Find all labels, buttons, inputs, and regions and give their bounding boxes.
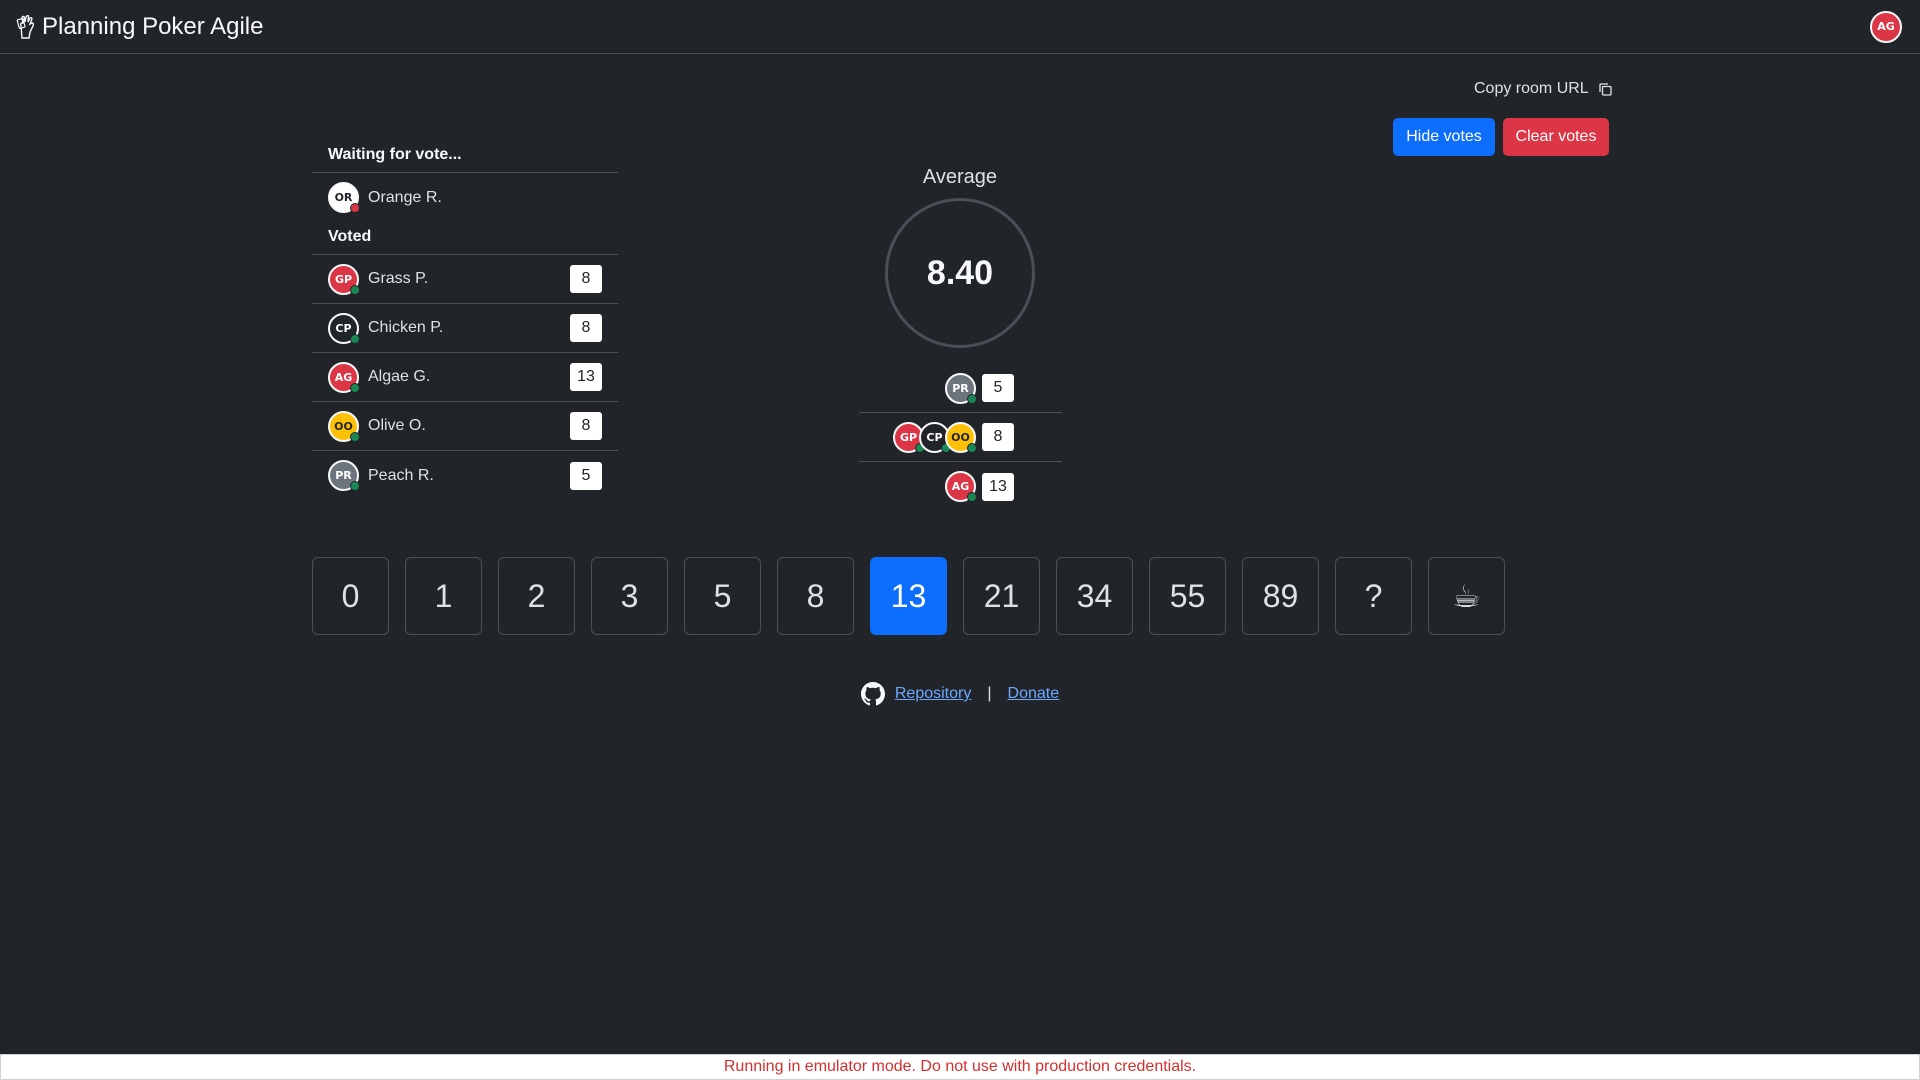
vote-groups: PR 5 GP CP OO 8 AG 13	[859, 364, 1062, 511]
group-avatar: OO	[945, 421, 977, 453]
brand[interactable]: Planning Poker Agile	[16, 13, 263, 41]
clear-votes-button[interactable]: Clear votes	[1503, 118, 1609, 156]
card-34[interactable]: 34	[1056, 557, 1133, 635]
group-vote-badge: 13	[982, 472, 1014, 501]
player-name: Olive O.	[368, 417, 426, 434]
card-deck: 0 1 2 3 5 8 13 21 34 55 89 ? ☕	[312, 557, 1505, 635]
player-avatar: PR	[328, 460, 360, 491]
voted-player-row: AG Algae G. 13	[312, 353, 618, 402]
copy-icon	[1599, 82, 1612, 96]
voted-player-row: GP Grass P. 8	[312, 255, 618, 304]
voted-player-row: OO Olive O. 8	[312, 402, 618, 451]
voted-player-row: PR Peach R. 5	[312, 451, 618, 500]
status-online-dot	[967, 492, 977, 502]
vote-group: PR 5	[859, 364, 1062, 413]
card-21[interactable]: 21	[963, 557, 1040, 635]
average-label: Average	[922, 166, 998, 188]
player-avatar: OO	[328, 410, 360, 442]
donate-link[interactable]: Donate	[1008, 685, 1060, 703]
hand-card-icon	[16, 14, 35, 39]
avatar-initials: AG	[334, 370, 353, 384]
card-8[interactable]: 8	[777, 557, 854, 635]
waiting-heading: Waiting for vote...	[312, 140, 618, 173]
avatar-initials: PR	[335, 469, 352, 482]
card-question[interactable]: ?	[1335, 557, 1412, 635]
card-3[interactable]: 3	[591, 557, 668, 635]
player-avatar: CP	[328, 312, 360, 344]
avatar-initials: GP	[899, 430, 918, 444]
status-online-dot	[967, 393, 977, 404]
copy-room-url-label: Copy room URL	[1474, 80, 1589, 97]
avatar-initials: OO	[334, 419, 353, 433]
voted-heading: Voted	[312, 222, 618, 255]
app-title: Planning Poker Agile	[42, 12, 264, 40]
card-55[interactable]: 55	[1149, 557, 1226, 635]
vote-badge: 13	[570, 363, 602, 391]
group-avatar: AG	[945, 471, 977, 502]
voted-player-row: CP Chicken P. 8	[312, 304, 618, 353]
vote-group: GP CP OO 8	[859, 413, 1062, 462]
navbar: Planning Poker Agile AG	[0, 0, 1920, 54]
average-circle: 8.40	[885, 198, 1035, 348]
vote-badge: 8	[570, 314, 602, 342]
card-89[interactable]: 89	[1242, 557, 1319, 635]
status-online-dot	[350, 481, 360, 491]
avatar-initials: CP	[335, 321, 352, 335]
vote-badge: 8	[570, 412, 602, 440]
group-avatar: PR	[945, 372, 977, 404]
group-avatars: GP CP OO	[893, 421, 977, 453]
avatar-initials: GP	[334, 272, 353, 286]
player-name: Grass P.	[368, 270, 429, 287]
vote-group: AG 13	[859, 462, 1062, 511]
github-icon	[860, 682, 885, 706]
avatar-initials: PR	[952, 381, 969, 395]
status-online-dot	[350, 431, 360, 442]
status-online-dot	[350, 382, 360, 393]
card-0[interactable]: 0	[312, 557, 389, 635]
voters-panel: Waiting for vote... OR Orange R. Voted G…	[312, 140, 618, 500]
card-coffee[interactable]: ☕	[1428, 557, 1505, 635]
avatar-initials: OO	[951, 430, 970, 444]
emulator-warning-banner: Running in emulator mode. Do not use wit…	[0, 1054, 1920, 1080]
card-2[interactable]: 2	[498, 557, 575, 635]
player-name: Orange R.	[368, 188, 442, 206]
player-name: Peach R.	[368, 466, 434, 484]
status-online-dot	[350, 284, 360, 295]
group-avatars: PR	[945, 372, 977, 404]
average-value: 8.40	[926, 253, 994, 292]
avatar-initials: OR	[334, 191, 353, 204]
group-vote-badge: 8	[982, 423, 1014, 451]
player-name: Algae G.	[368, 368, 431, 385]
repository-link[interactable]: Repository	[895, 685, 971, 703]
status-online-dot	[967, 442, 977, 453]
footer-links: Repository | Donate	[860, 682, 1060, 706]
avatar-initials: CP	[926, 430, 943, 444]
player-avatar: OR	[328, 182, 360, 213]
user-avatar[interactable]: AG	[1870, 10, 1902, 43]
card-5[interactable]: 5	[684, 557, 761, 635]
copy-room-url[interactable]: Copy room URL	[1474, 80, 1612, 98]
avatar-initials: AG	[951, 480, 970, 493]
player-avatar: AG	[328, 361, 360, 393]
vote-badge: 8	[570, 265, 602, 293]
group-avatars: AG	[945, 471, 977, 502]
group-vote-badge: 5	[982, 374, 1014, 402]
card-13[interactable]: 13	[870, 557, 947, 635]
link-separator: |	[987, 685, 992, 702]
card-1[interactable]: 1	[405, 557, 482, 635]
player-avatar: GP	[328, 263, 360, 295]
status-online-dot	[350, 333, 360, 344]
status-offline-dot	[350, 203, 360, 213]
waiting-player-row: OR Orange R.	[312, 173, 618, 222]
player-name: Chicken P.	[368, 319, 444, 336]
vote-badge: 5	[570, 461, 602, 490]
hide-votes-button[interactable]: Hide votes	[1393, 118, 1495, 156]
